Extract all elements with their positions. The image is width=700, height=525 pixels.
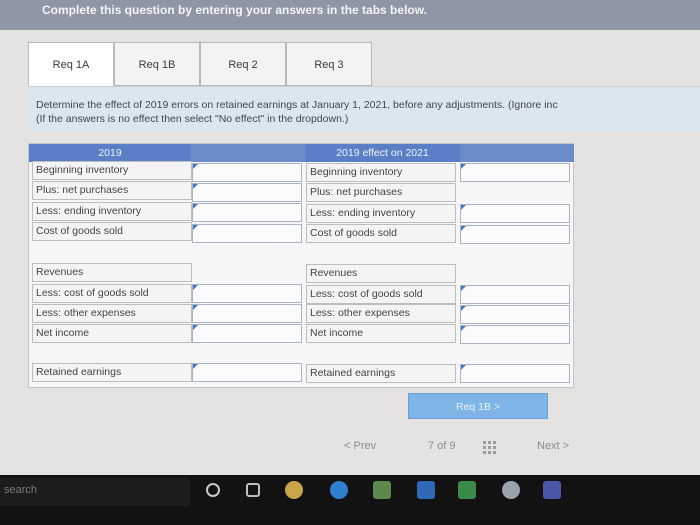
left-row-label: Revenues [32, 263, 192, 282]
right-row-label: Less: other expenses [306, 304, 456, 323]
mail-icon[interactable] [417, 481, 435, 499]
teams-icon[interactable] [543, 481, 561, 499]
tab-req-1a[interactable]: Req 1A [28, 42, 114, 86]
left-answer-dropdown[interactable] [192, 224, 302, 243]
column-header-blank-right [460, 144, 574, 162]
right-answer-dropdown[interactable] [460, 285, 570, 304]
right-row-label: Less: ending inventory [306, 204, 456, 223]
answer-table: 2019 2019 effect on 2021 Beginning inven… [28, 143, 574, 388]
question-line-2: (If the answers is no effect then select… [36, 113, 349, 125]
office-icon[interactable] [458, 481, 476, 499]
prev-button[interactable]: < Prev [344, 440, 376, 452]
right-row-label: Retained earnings [306, 364, 456, 383]
task-view-icon[interactable] [246, 483, 260, 497]
search-placeholder: search [4, 484, 38, 496]
right-answer-dropdown[interactable] [460, 204, 570, 223]
right-row-label: Plus: net purchases [306, 183, 456, 202]
right-answer-dropdown[interactable] [460, 364, 570, 383]
left-answer-dropdown[interactable] [192, 324, 302, 343]
edge-icon[interactable] [330, 481, 348, 499]
right-answer-dropdown[interactable] [460, 325, 570, 344]
column-header-2021: 2019 effect on 2021 [305, 144, 460, 162]
left-answer-dropdown[interactable] [192, 284, 302, 303]
left-row-label: Beginning inventory [32, 161, 192, 180]
left-row-label: Less: cost of goods sold [32, 284, 192, 303]
right-row-label: Cost of goods sold [306, 224, 456, 243]
left-answer-dropdown[interactable] [192, 163, 302, 182]
tab-req-2[interactable]: Req 2 [200, 42, 286, 86]
right-row-label: Net income [306, 324, 456, 343]
tab-req-1b[interactable]: Req 1B [114, 42, 200, 86]
left-answer-dropdown[interactable] [192, 304, 302, 323]
column-header-blank-left [191, 144, 305, 162]
next-button[interactable]: Next > [537, 440, 569, 452]
taskbar-search-box[interactable]: search [0, 478, 190, 506]
question-line-1: Determine the effect of 2019 errors on r… [36, 99, 558, 111]
right-row-label: Less: cost of goods sold [306, 285, 456, 304]
globe-icon[interactable] [502, 481, 520, 499]
left-row-label: Less: other expenses [32, 304, 192, 323]
left-row-label: Net income [32, 324, 192, 343]
column-header-2019: 2019 [29, 144, 191, 162]
chrome-icon[interactable] [285, 481, 303, 499]
cortana-icon[interactable] [206, 483, 220, 497]
left-row-label: Plus: net purchases [32, 181, 192, 200]
left-answer-dropdown[interactable] [192, 183, 302, 202]
page-indicator: 7 of 9 [428, 440, 456, 452]
right-answer-dropdown[interactable] [460, 225, 570, 244]
tab-req-3[interactable]: Req 3 [286, 42, 372, 86]
right-row-label: Revenues [306, 264, 456, 283]
minecraft-icon[interactable] [373, 481, 391, 499]
instruction-bar: Complete this question by entering your … [0, 0, 700, 30]
right-answer-dropdown[interactable] [460, 305, 570, 324]
tab-strip: Req 1A Req 1B Req 2 Req 3 [28, 42, 372, 86]
left-answer-dropdown[interactable] [192, 203, 302, 222]
question-panel: Determine the effect of 2019 errors on r… [28, 86, 700, 132]
right-answer-dropdown[interactable] [460, 163, 570, 182]
left-answer-dropdown[interactable] [192, 363, 302, 382]
left-row-label: Retained earnings [32, 363, 192, 382]
right-row-label: Beginning inventory [306, 163, 456, 182]
req-1b-next-button[interactable]: Req 1B > [408, 393, 548, 419]
instruction-text: Complete this question by entering your … [42, 3, 427, 17]
question-grid-icon[interactable] [483, 441, 497, 455]
left-row-label: Less: ending inventory [32, 202, 192, 221]
left-row-label: Cost of goods sold [32, 222, 192, 241]
